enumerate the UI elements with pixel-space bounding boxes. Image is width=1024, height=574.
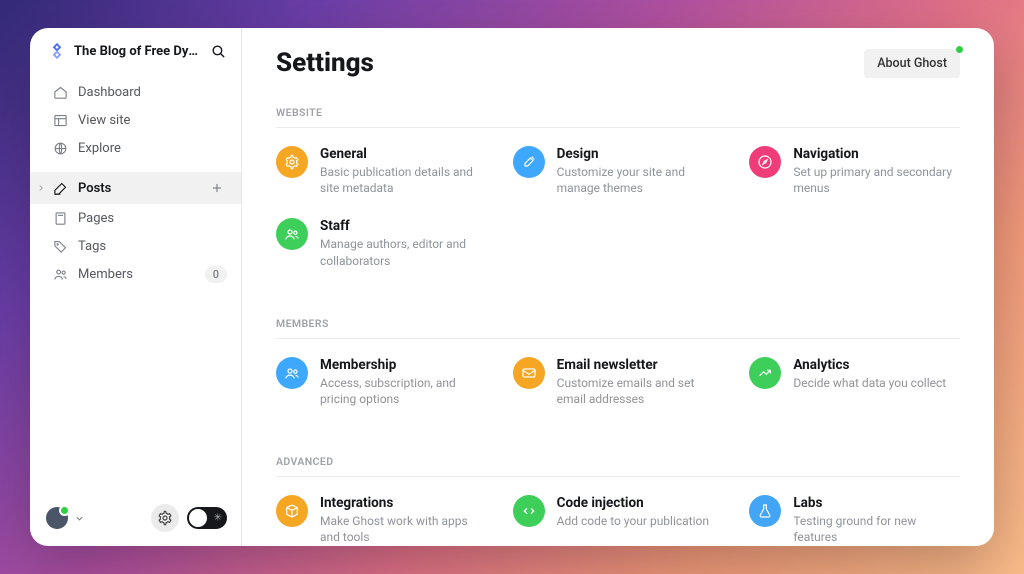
compass-icon <box>749 146 781 178</box>
card-description: Basic publication details and site metad… <box>320 164 487 196</box>
globe-icon <box>52 140 68 156</box>
card-description: Customize emails and set email addresses <box>557 375 724 407</box>
section-label: ADVANCED <box>276 455 960 468</box>
about-ghost-button[interactable]: About Ghost <box>864 49 960 78</box>
sidebar-item-pages[interactable]: Pages <box>30 204 241 232</box>
main-content: Settings About Ghost WEBSITE General Basic… <box>242 28 994 546</box>
card-description: Customize your site and manage themes <box>557 164 724 196</box>
settings-button[interactable] <box>151 504 179 532</box>
page-header: Settings About Ghost <box>276 48 960 78</box>
sidebar-footer: ✳ <box>30 492 241 546</box>
sidebar-item-label: View site <box>78 113 130 128</box>
app-window: The Blog of Free Dyna… Dashboard View si… <box>30 28 994 546</box>
window-icon <box>52 112 68 128</box>
box-icon <box>276 495 308 527</box>
sidebar-item-label: Explore <box>78 141 121 156</box>
brush-icon <box>513 146 545 178</box>
card-description: Access, subscription, and pricing option… <box>320 375 487 407</box>
card-title: Membership <box>320 357 487 373</box>
add-post-button[interactable] <box>207 178 227 198</box>
settings-card-grid: Membership Access, subscription, and pric… <box>276 357 960 407</box>
settings-card-navigation[interactable]: Navigation Set up primary and secondary m… <box>749 146 960 196</box>
theme-toggle[interactable]: ✳ <box>187 507 227 529</box>
sidebar-item-dashboard[interactable]: Dashboard <box>30 78 241 106</box>
settings-card-design[interactable]: Design Customize your site and manage the… <box>513 146 724 196</box>
gear-icon <box>276 146 308 178</box>
sidebar-item-members[interactable]: Members 0 <box>30 260 241 289</box>
sidebar-item-viewsite[interactable]: View site <box>30 106 241 134</box>
card-title: Navigation <box>793 146 960 162</box>
card-title: Integrations <box>320 495 487 511</box>
trend-icon <box>749 357 781 389</box>
sidebar-item-explore[interactable]: Explore <box>30 134 241 162</box>
card-title: Design <box>557 146 724 162</box>
sidebar-header: The Blog of Free Dyna… <box>30 28 241 74</box>
sun-icon: ✳ <box>214 513 222 524</box>
sidebar-item-label: Members <box>78 267 133 282</box>
section-label: WEBSITE <box>276 106 960 119</box>
user-avatar[interactable] <box>46 507 68 529</box>
card-title: Labs <box>793 495 960 511</box>
settings-card-email-newsletter[interactable]: Email newsletter Customize emails and set… <box>513 357 724 407</box>
settings-card-grid: General Basic publication details and sit… <box>276 146 960 269</box>
page-title: Settings <box>276 48 374 78</box>
code-icon <box>513 495 545 527</box>
home-icon <box>52 84 68 100</box>
page-icon <box>52 210 68 226</box>
chevron-right-icon <box>36 183 46 193</box>
edit-icon <box>52 180 68 196</box>
section-label: MEMBERS <box>276 317 960 330</box>
settings-card-staff[interactable]: Staff Manage authors, editor and collabor… <box>276 218 487 268</box>
settings-card-grid: Integrations Make Ghost work with apps an… <box>276 495 960 545</box>
card-title: Email newsletter <box>557 357 724 373</box>
settings-card-general[interactable]: General Basic publication details and sit… <box>276 146 487 196</box>
site-name[interactable]: The Blog of Free Dyna… <box>74 44 201 59</box>
mail-icon <box>513 357 545 389</box>
members-count-badge: 0 <box>205 266 227 283</box>
card-title: Code injection <box>557 495 709 511</box>
people-icon <box>276 357 308 389</box>
card-title: General <box>320 146 487 162</box>
card-title: Analytics <box>793 357 946 373</box>
card-description: Make Ghost work with apps and tools <box>320 513 487 545</box>
sidebar-item-label: Posts <box>78 181 111 196</box>
people-icon <box>276 218 308 250</box>
card-description: Testing ground for new features <box>793 513 960 545</box>
sidebar-item-tags[interactable]: Tags <box>30 232 241 260</box>
tag-icon <box>52 238 68 254</box>
settings-card-labs[interactable]: Labs Testing ground for new features <box>749 495 960 545</box>
settings-card-code-injection[interactable]: Code injection Add code to your publicati… <box>513 495 724 545</box>
sidebar-item-label: Dashboard <box>78 85 141 100</box>
card-description: Add code to your publication <box>557 513 709 529</box>
section-divider <box>276 338 960 339</box>
settings-card-membership[interactable]: Membership Access, subscription, and pric… <box>276 357 487 407</box>
sidebar-nav: Dashboard View site Explore Posts <box>30 74 241 293</box>
card-description: Manage authors, editor and collaborators <box>320 236 487 268</box>
search-button[interactable] <box>209 42 227 60</box>
chevron-down-icon[interactable] <box>74 513 85 524</box>
sidebar-item-label: Pages <box>78 211 114 226</box>
settings-card-analytics[interactable]: Analytics Decide what data you collect <box>749 357 960 407</box>
members-icon <box>52 267 68 283</box>
sidebar-item-posts[interactable]: Posts <box>30 172 241 204</box>
card-title: Staff <box>320 218 487 234</box>
section-divider <box>276 127 960 128</box>
card-description: Decide what data you collect <box>793 375 946 391</box>
sidebar-item-label: Tags <box>78 239 106 254</box>
section-divider <box>276 476 960 477</box>
flask-icon <box>749 495 781 527</box>
settings-card-integrations[interactable]: Integrations Make Ghost work with apps an… <box>276 495 487 545</box>
site-logo-icon <box>48 42 66 60</box>
sidebar: The Blog of Free Dyna… Dashboard View si… <box>30 28 242 546</box>
card-description: Set up primary and secondary menus <box>793 164 960 196</box>
